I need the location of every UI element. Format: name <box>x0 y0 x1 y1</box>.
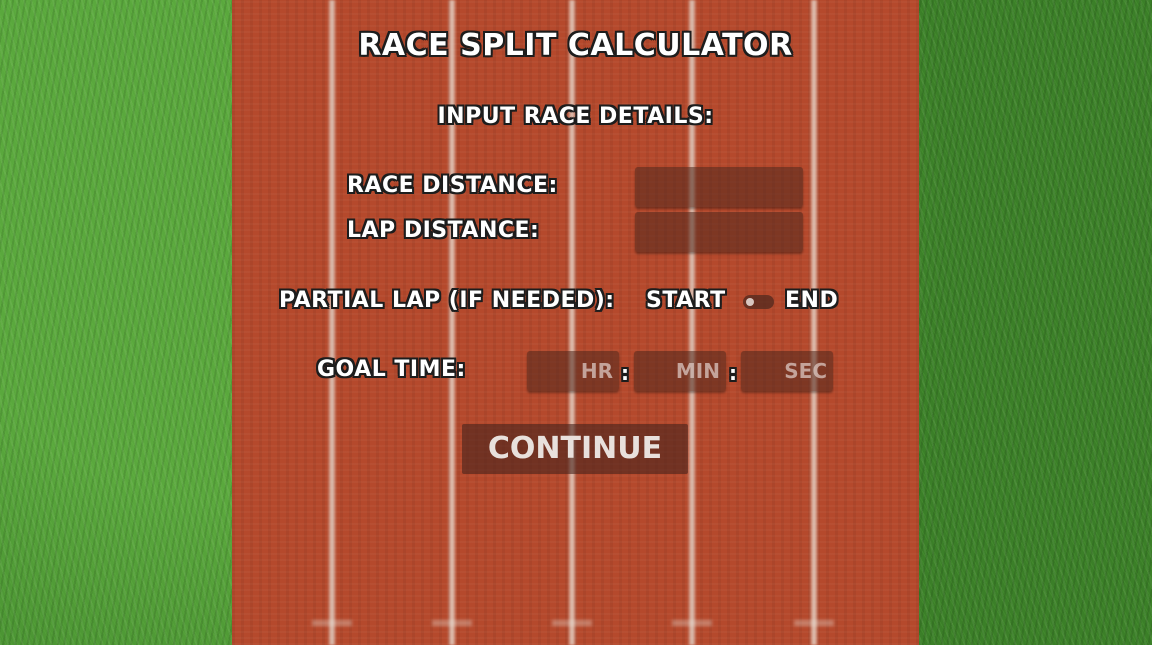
lane-line <box>448 0 456 645</box>
lane-marker <box>672 620 712 626</box>
partial-lap-label: PARTIAL LAP (IF NEEDED): <box>279 288 615 313</box>
goal-minutes-input[interactable]: MIN <box>634 351 726 391</box>
running-track-panel <box>232 0 919 645</box>
section-heading: INPUT RACE DETAILS: <box>437 104 714 129</box>
toggle-knob <box>746 298 754 306</box>
goal-time-label: GOAL TIME: <box>317 357 466 382</box>
goal-hours-input[interactable]: HR <box>527 351 619 391</box>
continue-button[interactable]: CONTINUE <box>462 424 688 474</box>
lane-marker <box>794 620 834 626</box>
lane-line <box>810 0 818 645</box>
lap-distance-label: LAP DISTANCE: <box>347 218 540 243</box>
lane-marker <box>552 620 592 626</box>
race-distance-input[interactable] <box>635 167 803 207</box>
time-separator: : <box>621 361 630 385</box>
page-title: RACE SPLIT CALCULATOR <box>358 28 793 63</box>
lane-line <box>328 0 336 645</box>
lane-marker <box>312 620 352 626</box>
time-separator: : <box>729 361 738 385</box>
lane-line <box>568 0 576 645</box>
goal-seconds-input[interactable]: SEC <box>741 351 833 391</box>
partial-lap-toggle[interactable] <box>743 295 774 309</box>
partial-lap-start-label[interactable]: START <box>646 288 726 313</box>
lap-distance-input[interactable] <box>635 212 803 252</box>
partial-lap-end-label[interactable]: END <box>785 288 838 313</box>
race-distance-label: RACE DISTANCE: <box>347 173 558 198</box>
lane-line <box>688 0 696 645</box>
lane-marker <box>432 620 472 626</box>
